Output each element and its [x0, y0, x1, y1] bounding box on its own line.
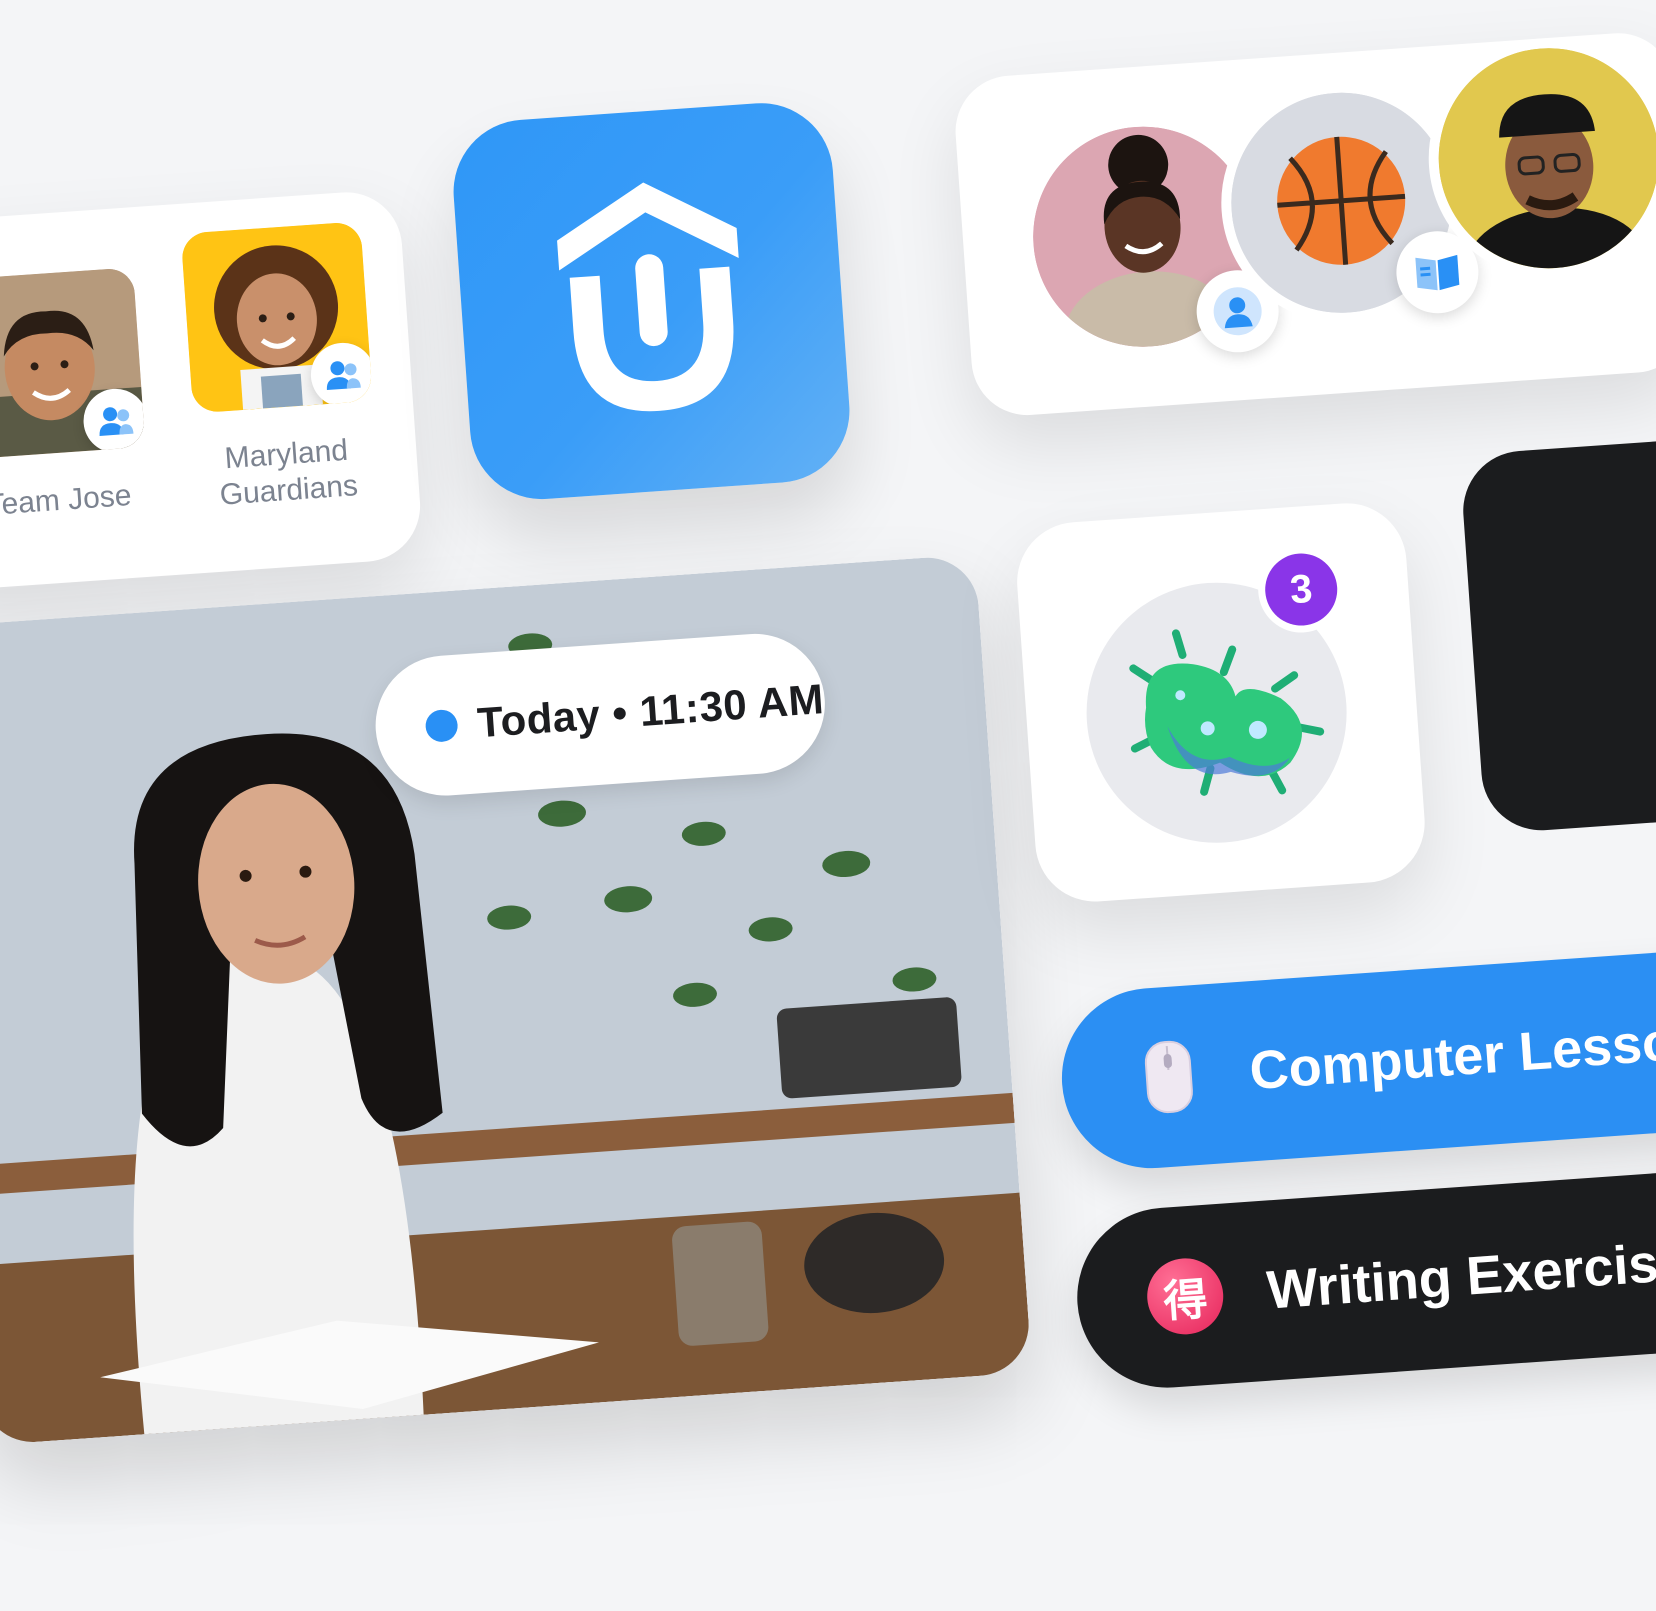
group-name: Team Jose [0, 478, 133, 522]
lesson-writing-pill[interactable]: 得 Writing Exercise [1071, 1161, 1656, 1394]
app-icon[interactable] [448, 98, 855, 504]
dark-card [1459, 434, 1656, 835]
group-photo [180, 221, 373, 414]
group-photo [0, 267, 146, 460]
topic-card[interactable]: 3 [1013, 499, 1429, 906]
groups-card: Team Jose Maryland Guardians [0, 188, 424, 594]
group-item-maryland-guardians[interactable]: Maryland Guardians [180, 221, 380, 515]
notification-count: 3 [1262, 551, 1340, 628]
participants-card [951, 29, 1656, 419]
mouse-icon [1129, 1037, 1208, 1116]
lesson-label: Writing Exercise [1264, 1231, 1656, 1321]
ut-logo-icon [557, 182, 739, 412]
showcase-scene: Team Jose Maryland Guardians Today • 11:… [0, 0, 1656, 1606]
session-photo-card[interactable]: Today • 11:30 AM [0, 554, 1033, 1446]
session-time: Today • 11:30 AM [475, 675, 826, 747]
lesson-label: Computer Lesson [1247, 1009, 1656, 1102]
group-name: Maryland Guardians [218, 433, 360, 512]
lesson-computer-pill[interactable]: Computer Lesson [1055, 941, 1656, 1175]
live-indicator-dot [424, 708, 459, 743]
kanji-icon: 得 [1144, 1255, 1226, 1337]
group-item-team-jose[interactable]: Team Jose [0, 267, 150, 525]
